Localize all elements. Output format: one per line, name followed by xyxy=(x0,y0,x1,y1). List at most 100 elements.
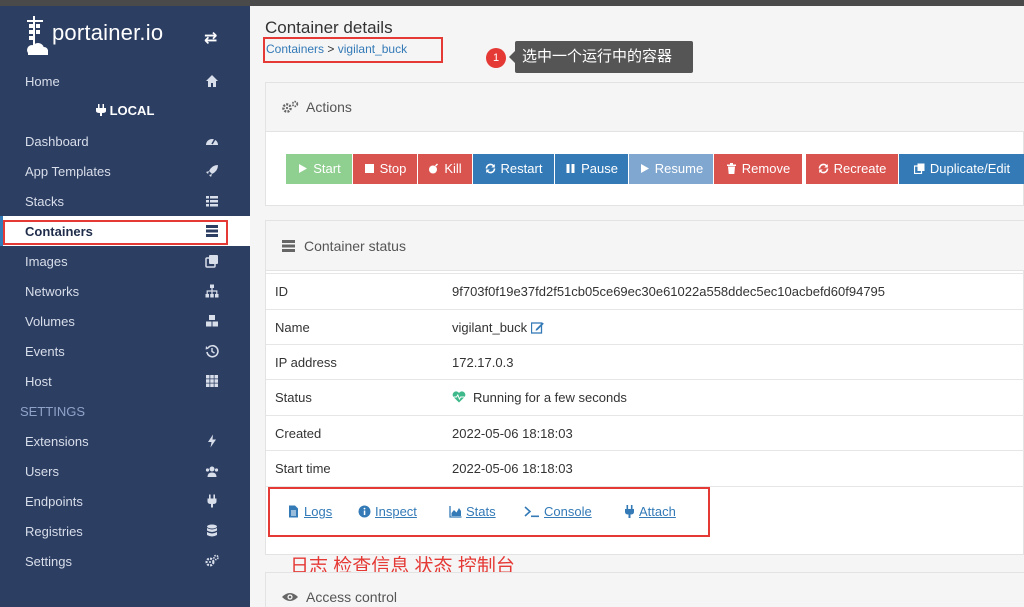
sidebar-toggle-icon[interactable]: ⇄ xyxy=(204,28,217,48)
row-key: ID xyxy=(275,284,288,299)
cogs-icon xyxy=(282,100,299,113)
duplicate-edit-button-label: Duplicate/Edit xyxy=(929,161,1011,176)
brand[interactable]: portainer.io ⇄ xyxy=(0,6,250,61)
status-panel-title: Container status xyxy=(304,238,406,254)
breadcrumb-link-containers[interactable]: Containers xyxy=(266,42,324,56)
database-icon xyxy=(207,524,217,537)
pause-button[interactable]: Pause xyxy=(555,154,628,184)
sidebar-item-users[interactable]: Users xyxy=(0,456,250,486)
sidebar: portainer.io ⇄ Home LOCAL Dashboard App … xyxy=(0,6,250,607)
sidebar-item-label: Dashboard xyxy=(25,134,89,149)
recreate-button-label: Recreate xyxy=(833,161,887,176)
container-id-value: 9f703f0f19e37fd2f51cb05ce69ec30e61022a55… xyxy=(452,284,886,299)
th-list-icon xyxy=(206,196,218,207)
cogs-icon xyxy=(205,554,219,567)
recreate-button[interactable]: Recreate xyxy=(806,154,898,184)
attach-link[interactable]: Attach xyxy=(624,504,676,519)
status-text: Running for a few seconds xyxy=(473,390,627,405)
trash-icon xyxy=(726,163,736,174)
sidebar-item-host[interactable]: Host xyxy=(0,366,250,396)
actions-button-group: Start Stop Kill Restart Pause Resume Rem… xyxy=(286,154,1024,184)
step-tooltip: 选中一个运行中的容器 xyxy=(509,41,693,73)
plug-icon xyxy=(207,494,217,508)
sidebar-item-stacks[interactable]: Stacks xyxy=(0,186,250,216)
stats-link[interactable]: Stats xyxy=(449,504,496,519)
terminal-icon xyxy=(524,506,539,518)
kill-button[interactable]: Kill xyxy=(418,154,472,184)
attach-link-label: Attach xyxy=(639,504,676,519)
edit-icon[interactable] xyxy=(531,321,544,334)
access-control-panel: Access control xyxy=(265,572,1024,607)
server-icon xyxy=(206,225,218,237)
heartbeat-icon xyxy=(452,391,466,403)
restart-button-label: Restart xyxy=(500,161,543,176)
server-icon xyxy=(282,240,295,252)
start-button[interactable]: Start xyxy=(286,154,352,184)
step-number-badge: 1 xyxy=(486,48,506,68)
breadcrumb-separator: > xyxy=(327,42,335,56)
sidebar-item-volumes[interactable]: Volumes xyxy=(0,306,250,336)
sidebar-item-label: Settings xyxy=(25,554,72,569)
sidebar-item-extensions[interactable]: Extensions xyxy=(0,426,250,456)
clone-icon xyxy=(205,255,218,268)
resume-button[interactable]: Resume xyxy=(629,154,713,184)
breadcrumb-current[interactable]: vigilant_buck xyxy=(338,42,407,56)
endpoint-title-text: LOCAL xyxy=(109,103,155,118)
inspect-link[interactable]: Inspect xyxy=(358,504,417,519)
stop-button[interactable]: Stop xyxy=(353,154,417,184)
stats-link-label: Stats xyxy=(466,504,496,519)
sidebar-item-label: Registries xyxy=(25,524,83,539)
restart-button[interactable]: Restart xyxy=(473,154,554,184)
logs-link-label: Logs xyxy=(304,504,333,519)
resume-button-label: Resume xyxy=(654,161,704,176)
access-panel-title: Access control xyxy=(306,589,398,605)
duplicate-edit-button[interactable]: Duplicate/Edit xyxy=(899,154,1024,184)
sidebar-item-label: Users xyxy=(25,464,59,479)
sidebar-item-settings[interactable]: Settings xyxy=(0,546,250,576)
console-link-label: Console xyxy=(544,504,592,519)
endpoint-title: LOCAL xyxy=(0,96,250,126)
logs-link[interactable]: Logs xyxy=(287,504,332,519)
sidebar-item-dashboard[interactable]: Dashboard xyxy=(0,126,250,156)
breadcrumb: Containers > vigilant_buck xyxy=(266,42,407,56)
bomb-icon xyxy=(429,163,439,174)
rocket-icon xyxy=(206,165,218,177)
access-panel-header: Access control xyxy=(266,573,1024,607)
sidebar-item-label: App Templates xyxy=(25,164,111,179)
sidebar-item-label: Endpoints xyxy=(25,494,83,509)
tachometer-icon xyxy=(206,138,218,145)
home-icon xyxy=(206,75,218,87)
console-link[interactable]: Console xyxy=(524,504,592,519)
pause-button-label: Pause xyxy=(581,161,618,176)
sidebar-item-networks[interactable]: Networks xyxy=(0,276,250,306)
ip-address-value: 172.17.0.3 xyxy=(452,355,514,370)
table-row-ip: IP address 172.17.0.3 xyxy=(266,344,1024,379)
sidebar-item-label: Extensions xyxy=(25,434,89,449)
sidebar-item-events[interactable]: Events xyxy=(0,336,250,366)
sidebar-item-containers[interactable]: Containers xyxy=(0,216,250,246)
start-button-label: Start xyxy=(313,161,341,176)
row-key: Status xyxy=(275,390,312,405)
file-text-icon xyxy=(289,505,298,518)
sidebar-item-endpoints[interactable]: Endpoints xyxy=(0,486,250,516)
brand-name: portainer.io xyxy=(52,20,164,45)
actions-panel-header: Actions xyxy=(266,83,1024,132)
sidebar-item-home[interactable]: Home xyxy=(0,66,250,96)
sidebar-item-images[interactable]: Images xyxy=(0,246,250,276)
row-key: Start time xyxy=(275,461,331,476)
status-value: Running for a few seconds xyxy=(452,390,627,405)
play-icon xyxy=(299,164,308,173)
row-key: Name xyxy=(275,320,310,335)
table-row-start-time: Start time 2022-05-06 18:18:03 xyxy=(266,450,1024,485)
area-chart-icon xyxy=(449,506,462,518)
refresh-icon xyxy=(485,163,495,174)
row-key: IP address xyxy=(275,355,337,370)
sidebar-item-app-templates[interactable]: App Templates xyxy=(0,156,250,186)
kill-button-label: Kill xyxy=(444,161,462,176)
row-key: Created xyxy=(275,426,322,441)
remove-button[interactable]: Remove xyxy=(714,154,802,184)
main-content: Container details Containers > vigilant_… xyxy=(250,6,1024,607)
actions-panel: Actions Start Stop Kill Restart Pause Re… xyxy=(265,82,1024,206)
th-icon xyxy=(206,375,218,387)
sidebar-item-registries[interactable]: Registries xyxy=(0,516,250,546)
